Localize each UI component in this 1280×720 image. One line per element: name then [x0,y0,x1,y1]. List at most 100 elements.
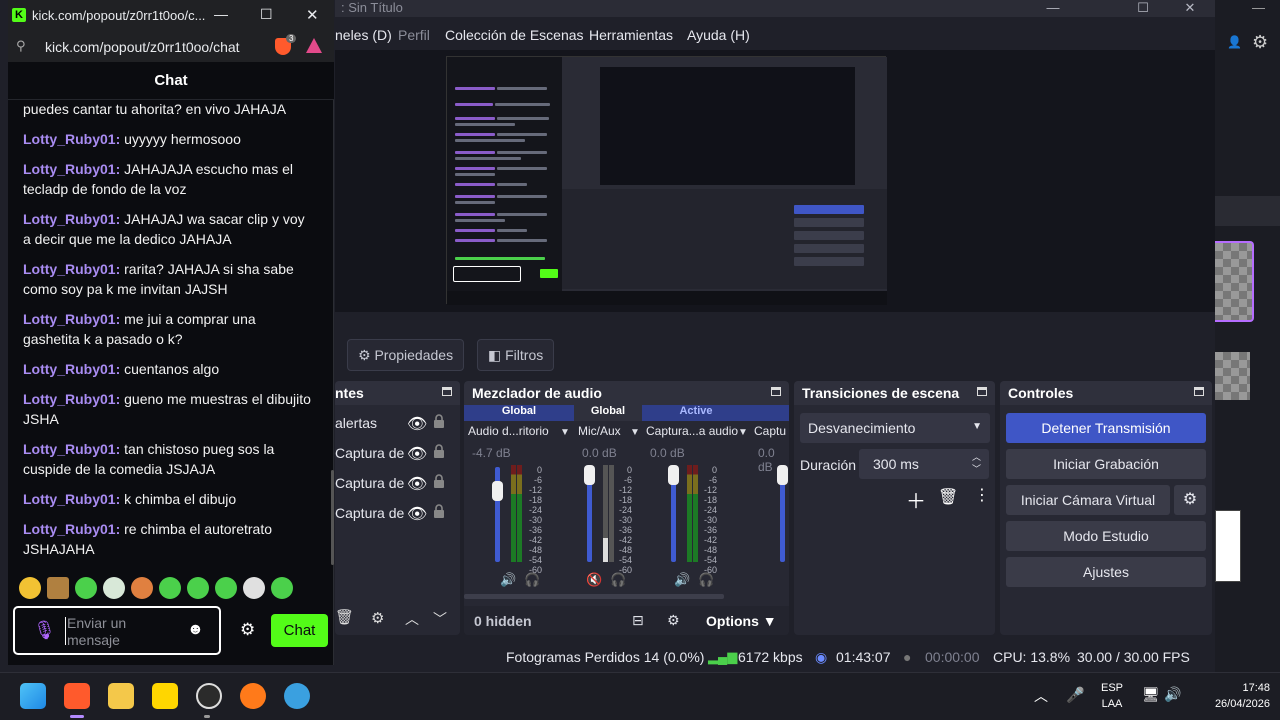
chat-message-input[interactable]: 🎙 Enviar un mensaje ☻ [13,606,221,655]
tray-chevron-up-icon[interactable]: ︿ [1034,686,1048,706]
menu-item-scene-collection[interactable]: Colección de Escenas [445,27,584,43]
eye-icon[interactable]: 👁 [407,444,427,464]
popout-icon[interactable] [771,387,781,396]
transition-select[interactable]: Desvanecimiento ▼ [800,413,990,443]
layout-icon[interactable]: ⊟ [632,612,644,629]
clock[interactable]: 17:48 26/04/2026 [1196,682,1270,710]
minimize-icon[interactable]: — [1030,0,1076,15]
speaker-icon[interactable]: 🔊 [500,572,516,588]
chat-username[interactable]: Lotty_Ruby01 [23,211,116,227]
lock-icon[interactable] [433,474,445,488]
source-item[interactable]: alertas 👁 [335,410,460,436]
more-icon[interactable]: ⋮ [974,485,990,505]
popout-icon[interactable] [977,387,987,396]
brave-browser-icon[interactable] [64,683,90,709]
menu-item-panels[interactable]: neles (D) [335,27,392,43]
chat-username[interactable]: Lotty_Ruby01 [23,491,116,507]
gear-icon[interactable]: ⚙ [1252,32,1268,53]
headphones-icon[interactable]: 🎧 [524,572,540,588]
user-icon[interactable]: 👤 [1227,35,1242,49]
chat-username[interactable]: Lotty_Ruby01 [23,361,116,377]
source-item[interactable]: Captura de 👁 [335,500,460,526]
emote-icon[interactable] [47,577,69,599]
volume-slider-handle[interactable] [492,481,503,501]
close-icon[interactable]: ✕ [306,6,319,24]
emote-icon[interactable] [159,577,181,599]
chat-username[interactable]: Lotty_Ruby01 [23,391,116,407]
chat-username[interactable]: Lotty_Ruby01 [23,521,116,537]
source-item[interactable]: Captura de 👁 [335,470,460,496]
emote-icon[interactable] [215,577,237,599]
emote-icon[interactable] [75,577,97,599]
headphones-icon[interactable]: 🎧 [610,572,626,588]
headphones-icon[interactable]: 🎧 [698,572,714,588]
network-icon[interactable]: 🖥 [1142,686,1160,703]
menu-item-tools[interactable]: Herramientas [589,27,673,43]
sticky-notes-icon[interactable] [152,683,178,709]
eye-icon[interactable]: 👁 [407,414,427,434]
speaker-muted-icon[interactable]: 🔇 [586,572,602,588]
maximize-icon[interactable]: ☐ [1120,0,1166,16]
start-recording-button[interactable]: Iniciar Grabación [1006,449,1206,479]
volume-slider-handle[interactable] [668,465,679,485]
chat-scrollbar[interactable] [331,470,334,565]
site-settings-icon[interactable]: ⚲ [16,38,26,54]
scene-thumbnail[interactable] [1215,241,1254,322]
emote-icon[interactable] [271,577,293,599]
chevron-down-icon[interactable]: ▼ [630,427,640,438]
options-dropdown[interactable]: Options ▼ [706,613,777,629]
studio-mode-button[interactable]: Modo Estudio [1006,521,1206,551]
volume-icon[interactable]: 🔊 [1164,686,1181,703]
chevron-down-icon[interactable]: ▼ [560,427,570,438]
gear-icon[interactable]: ⚙ [371,609,384,627]
emote-icon[interactable] [19,577,41,599]
emoji-icon[interactable]: ☻ [187,621,204,639]
chevron-down-icon[interactable]: ▼ [738,427,748,438]
eye-icon[interactable]: 👁 [407,474,427,494]
source-item[interactable]: Captura de 👁 [335,440,460,466]
send-chat-button[interactable]: Chat [271,614,328,647]
properties-button[interactable]: ⚙ Propiedades [347,339,465,371]
chat-username[interactable]: Lotty_Ruby01 [23,261,116,277]
filters-button[interactable]: ◧ Filtros [477,339,555,371]
minimize-icon[interactable]: — [1252,0,1265,15]
obs-studio-icon[interactable] [196,683,222,709]
duration-spinbox[interactable]: 300 ms ︿ ﹀ [859,449,989,479]
horizontal-scrollbar[interactable] [464,594,724,599]
chat-username[interactable]: Lotty_Ruby01 [23,161,116,177]
menu-item-profile[interactable]: Perfil [398,27,430,43]
lock-icon[interactable] [433,504,445,518]
virtual-camera-settings-button[interactable]: ⚙ [1174,485,1206,515]
volume-slider-handle[interactable] [584,465,595,485]
emote-icon[interactable] [103,577,125,599]
globe-app-icon[interactable] [284,683,310,709]
close-icon[interactable]: ✕ [1167,0,1213,16]
popout-icon[interactable] [442,387,452,396]
advanced-settings-icon[interactable]: ⚙ [667,612,680,629]
settings-button[interactable]: Ajustes [1006,557,1206,587]
emote-icon[interactable] [131,577,153,599]
menu-item-help[interactable]: Ayuda (H) [687,27,750,43]
chat-settings-icon[interactable]: ⚙ [240,620,255,640]
microphone-tray-icon[interactable]: 🎤 [1066,686,1085,704]
popout-icon[interactable] [1194,387,1204,396]
emote-icon[interactable] [243,577,265,599]
lock-icon[interactable] [433,444,445,458]
scene-thumbnail[interactable] [1215,352,1250,400]
move-down-icon[interactable]: ﹀ [433,609,447,629]
volume-slider-handle[interactable] [777,465,788,485]
trash-icon[interactable]: 🗑 [938,487,958,507]
scene-thumbnail[interactable] [1215,510,1241,582]
windows-start-icon[interactable] [20,683,46,709]
trash-icon[interactable]: 🗑 [335,608,354,626]
url-text[interactable]: kick.com/popout/z0rr1t0oo/chat [45,39,240,55]
stop-streaming-button[interactable]: Detener Transmisión [1006,413,1206,443]
minimize-icon[interactable]: — [214,6,228,22]
maximize-icon[interactable]: ☐ [260,6,273,23]
chat-username[interactable]: Lotty_Ruby01 [23,441,116,457]
file-explorer-icon[interactable] [108,683,134,709]
lock-icon[interactable] [433,414,445,428]
emote-icon[interactable] [187,577,209,599]
microphone-icon[interactable]: 🎙 [33,620,56,641]
stream-preview[interactable] [446,56,887,305]
